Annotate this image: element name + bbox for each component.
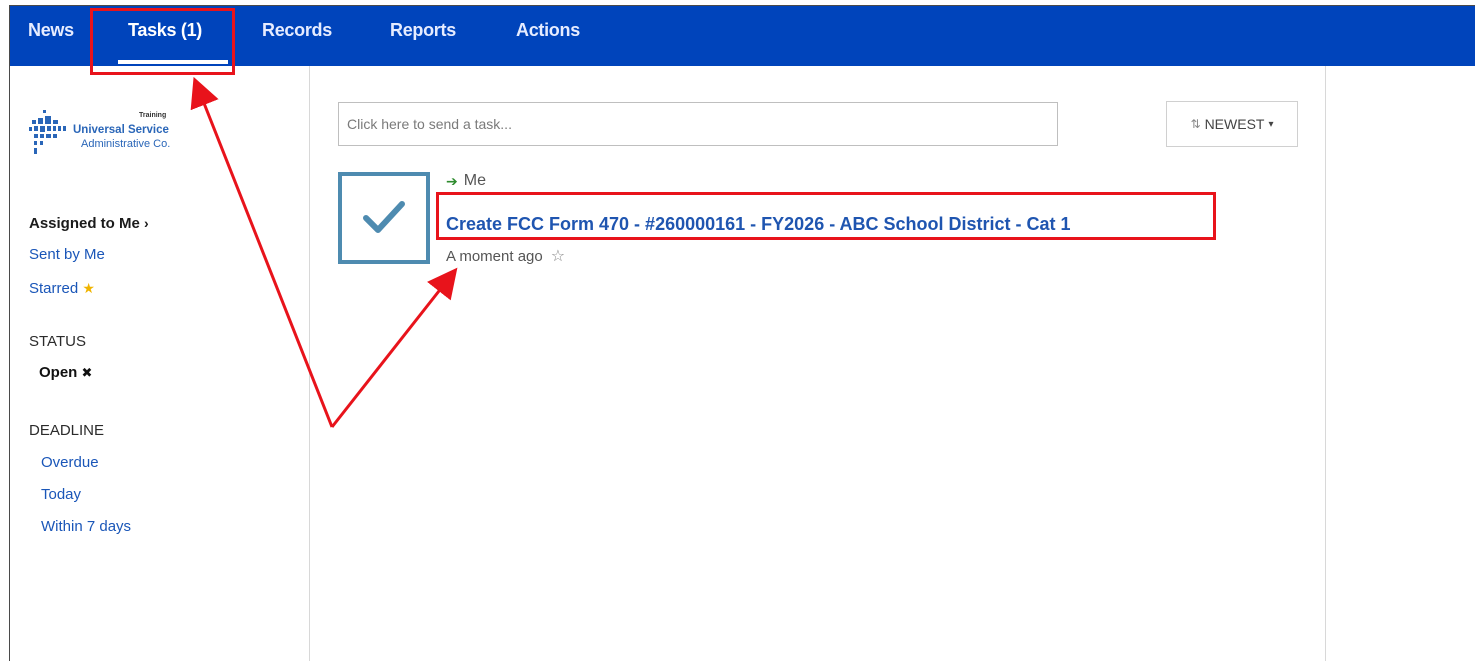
- app-frame: News Tasks (1) Records Reports Actions T…: [9, 5, 1475, 661]
- logo-line1: Universal Service: [73, 124, 169, 136]
- task-time-label: A moment ago: [446, 247, 543, 265]
- caret-down-icon: ▾: [1268, 118, 1274, 130]
- task-complete-checkbox[interactable]: [338, 172, 430, 264]
- logo-training-label: Training: [139, 112, 167, 119]
- task-from-label: Me: [463, 172, 486, 189]
- task-timestamp: A moment ago ☆: [446, 246, 565, 266]
- deadline-within-7-days[interactable]: Within 7 days: [41, 518, 131, 535]
- sort-dropdown-button[interactable]: ⇅ NEWEST ▾: [1166, 101, 1298, 147]
- star-icon: ★: [82, 280, 95, 296]
- status-heading: STATUS: [29, 333, 86, 350]
- star-outline-icon[interactable]: ☆: [551, 246, 565, 266]
- filter-starred[interactable]: Starred ★: [29, 280, 95, 297]
- task-list-panel: ⇅ NEWEST ▾ ➔ Me Create FCC Form 470 - #2…: [310, 66, 1326, 661]
- arrow-right-icon: ➔: [446, 172, 458, 189]
- nav-news[interactable]: News: [28, 20, 74, 41]
- nav-actions[interactable]: Actions: [516, 20, 580, 41]
- filter-assigned-to-me[interactable]: Assigned to Me ›: [29, 215, 149, 232]
- deadline-overdue[interactable]: Overdue: [41, 454, 99, 471]
- nav-tasks[interactable]: Tasks (1): [128, 20, 202, 41]
- deadline-heading: DEADLINE: [29, 422, 105, 439]
- checkmark-icon: [363, 201, 405, 233]
- send-task-input[interactable]: [338, 102, 1058, 146]
- sort-label: NEWEST: [1204, 116, 1265, 132]
- filter-starred-label: Starred: [29, 280, 79, 297]
- sort-arrows-icon: ⇅: [1190, 117, 1201, 131]
- usac-logo-grid-icon: [29, 110, 66, 154]
- filter-assigned-to-me-label: Assigned to Me: [29, 215, 140, 232]
- chevron-right-icon: ›: [144, 215, 149, 231]
- status-filter-open[interactable]: Open ✖: [39, 364, 92, 381]
- top-nav: News Tasks (1) Records Reports Actions: [10, 6, 1475, 66]
- remove-filter-x-icon[interactable]: ✖: [82, 365, 93, 380]
- task-title-link[interactable]: Create FCC Form 470 - #260000161 - FY202…: [446, 214, 1071, 235]
- nav-records[interactable]: Records: [262, 20, 332, 41]
- usac-logo: Training Universal Service Administrativ…: [29, 106, 229, 160]
- task-from: ➔ Me: [446, 172, 486, 190]
- deadline-today[interactable]: Today: [41, 486, 81, 503]
- nav-reports[interactable]: Reports: [390, 20, 456, 41]
- nav-tasks-active-indicator: [118, 60, 228, 64]
- logo-line2: Administrative Co.: [81, 138, 171, 150]
- filter-sent-by-me[interactable]: Sent by Me: [29, 246, 105, 263]
- sidebar: Training Universal Service Administrativ…: [10, 66, 310, 661]
- status-open-label: Open: [39, 364, 78, 381]
